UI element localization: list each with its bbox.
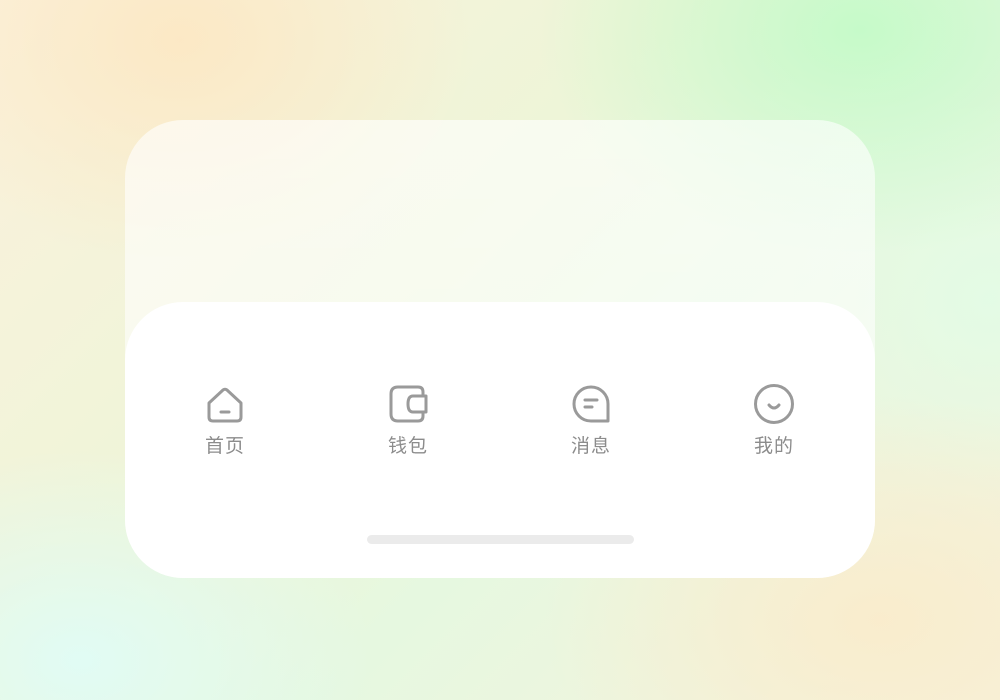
smile-icon [752, 382, 796, 426]
tab-home-label: 首页 [204, 435, 245, 457]
bottom-tab-bar: 首页 钱包 消息 我的 [125, 302, 875, 578]
tab-messages-label: 消息 [570, 435, 611, 457]
tab-profile-label: 我的 [753, 435, 794, 457]
home-indicator[interactable] [367, 535, 634, 544]
tab-messages[interactable]: 消息 [531, 382, 651, 458]
tab-home[interactable]: 首页 [165, 382, 285, 458]
home-icon [203, 382, 247, 426]
tab-wallet-label: 钱包 [387, 435, 428, 457]
message-icon [569, 382, 613, 426]
tab-profile[interactable]: 我的 [714, 382, 834, 458]
wallet-icon [386, 382, 430, 426]
tab-wallet[interactable]: 钱包 [348, 382, 468, 458]
